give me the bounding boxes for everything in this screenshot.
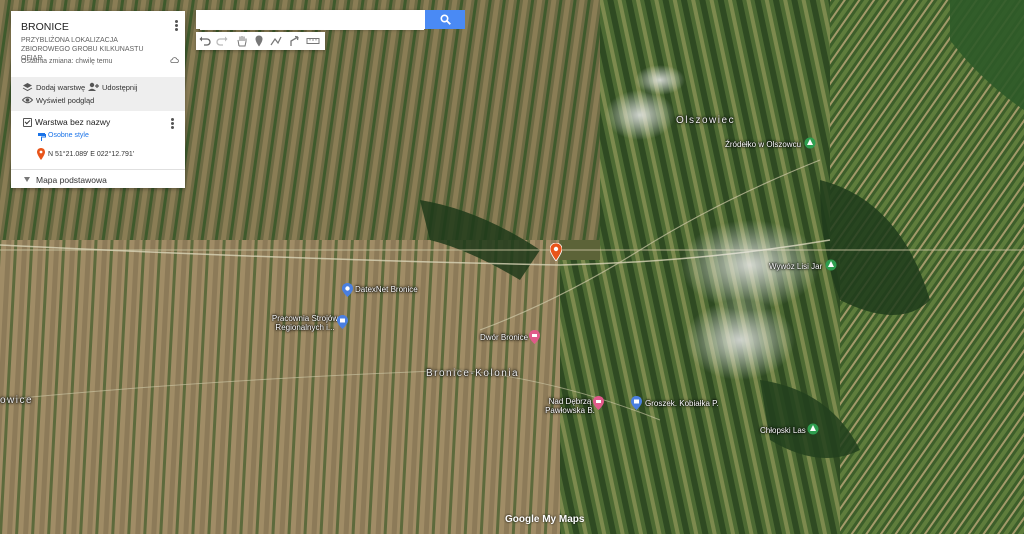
- measure-button[interactable]: [306, 34, 320, 48]
- undo-icon: [199, 36, 211, 46]
- place-label-wywoz: Wywóz Lisi Jar: [769, 262, 823, 271]
- place-label-bronice-kolonia: Bronice-Kolonia: [426, 368, 520, 379]
- panel-actions: Dodaj warstwę Udostępnij Wyświetl podglą…: [11, 77, 185, 111]
- hotel-pin-icon[interactable]: [593, 396, 604, 415]
- add-layer-button[interactable]: Dodaj warstwę: [22, 82, 85, 92]
- share-button[interactable]: Udostępnij: [87, 82, 137, 92]
- ruler-icon: [306, 38, 320, 44]
- park-icon[interactable]: [825, 258, 837, 276]
- redo-icon: [216, 36, 228, 46]
- search-icon: [440, 14, 451, 25]
- place-label-zrodelko: Źródełko w Olszowcu: [725, 140, 802, 149]
- layer-name[interactable]: Warstwa bez nazwy: [35, 117, 110, 127]
- search-input[interactable]: [200, 11, 424, 30]
- map-options-menu-icon[interactable]: [171, 19, 181, 33]
- marker-icon: [255, 35, 263, 47]
- place-label-pracownia: Pracownia Strojów Regionalnych i...: [271, 314, 339, 332]
- layers-icon: [22, 83, 33, 92]
- place-label-datexnet: DatexNet Bronice: [355, 285, 418, 294]
- map-title[interactable]: BRONICE: [21, 21, 69, 33]
- draw-line-button[interactable]: [269, 34, 283, 48]
- hand-icon: [237, 36, 247, 47]
- search-button[interactable]: [425, 10, 465, 29]
- location-marker-icon[interactable]: [549, 242, 563, 266]
- directions-icon: [290, 35, 299, 46]
- add-person-icon: [88, 82, 99, 91]
- undo-button[interactable]: [198, 34, 212, 48]
- cloud-saved-icon: [170, 57, 179, 63]
- expand-arrow-icon[interactable]: [23, 176, 31, 183]
- add-marker-button[interactable]: [252, 34, 266, 48]
- place-label-left-edge: owice: [0, 395, 34, 406]
- place-label-chlopski: Chłopski Las: [760, 426, 806, 435]
- shop-pin-icon[interactable]: [631, 396, 642, 415]
- layer-section: Warstwa bez nazwy Osobne style N 51°21.0…: [11, 111, 185, 169]
- placemark-coordinates[interactable]: N 51°21.089' E 022°12.791': [48, 151, 134, 158]
- paint-roller-icon: [38, 133, 46, 141]
- place-label-dwor: Dwór Bronice: [480, 333, 529, 342]
- map-toolbar: [196, 32, 325, 50]
- panel-header: BRONICE PRZYBLIŻONA LOKALIZACJA ZBIOROWE…: [11, 11, 185, 77]
- place-label-groszek: Groszek. Kobiałka P.: [645, 399, 719, 408]
- pan-tool-button[interactable]: [235, 34, 249, 48]
- layer-options-menu-icon[interactable]: [167, 117, 177, 131]
- last-changed-status: Ostatnia zmiana: chwilę temu: [21, 58, 113, 65]
- hotel-pin-icon[interactable]: [529, 330, 540, 349]
- layer-style-link[interactable]: Osobne style: [48, 132, 89, 139]
- place-label-olszowiec: Olszowiec: [676, 115, 736, 126]
- polyline-icon: [270, 36, 282, 46]
- shop-pin-icon[interactable]: [337, 315, 348, 334]
- layer-visibility-checkbox[interactable]: [23, 118, 32, 127]
- add-layer-label: Dodaj warstwę: [36, 82, 86, 92]
- redo-button[interactable]: [215, 34, 229, 48]
- base-map-section[interactable]: Mapa podstawowa: [11, 169, 185, 189]
- base-map-label: Mapa podstawowa: [36, 175, 107, 185]
- search-box: [196, 10, 425, 30]
- park-icon[interactable]: [807, 422, 819, 440]
- share-label: Udostępnij: [102, 82, 138, 92]
- park-icon[interactable]: [804, 136, 816, 154]
- preview-label: Wyświetl podgląd: [36, 95, 95, 105]
- google-my-maps-attribution: Google My Maps: [505, 514, 585, 525]
- place-label-nad-debrza: Nad Dębrzą Pawłowska B.: [545, 397, 595, 415]
- map-legend-panel: BRONICE PRZYBLIŻONA LOKALIZACJA ZBIOROWE…: [11, 11, 185, 188]
- location-pin-icon: [37, 148, 45, 160]
- eye-icon: [22, 96, 33, 104]
- directions-button[interactable]: [288, 34, 302, 48]
- preview-button[interactable]: Wyświetl podgląd: [22, 95, 94, 105]
- info-pin-icon[interactable]: [342, 283, 353, 302]
